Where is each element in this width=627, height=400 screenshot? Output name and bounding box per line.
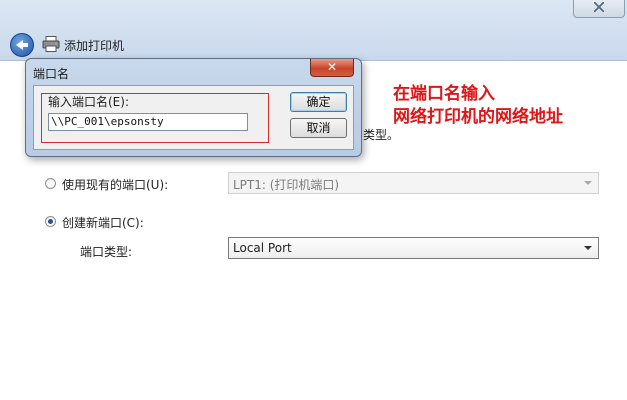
wizard-title-bar: 添加打印机 — [0, 0, 627, 61]
port-type-value: Local Port — [233, 241, 292, 255]
port-name-dialog: 端口名 ✕ 输入端口名(E): \\PC_001\epsonsty 确定 取消 — [25, 58, 362, 157]
dialog-body: 输入端口名(E): \\PC_001\epsonsty 确定 取消 — [33, 85, 354, 150]
printer-icon — [42, 36, 60, 52]
use-existing-port-radio[interactable] — [45, 178, 56, 189]
chevron-down-icon — [584, 246, 592, 250]
dialog-title: 端口名 — [33, 67, 70, 81]
annotation-line-2: 网络打印机的网络地址 — [393, 107, 563, 127]
port-type-select[interactable]: Local Port — [228, 237, 599, 259]
dialog-close-button[interactable]: ✕ — [310, 59, 354, 77]
port-type-label: 端口类型: — [80, 245, 133, 259]
ok-button[interactable]: 确定 — [290, 92, 347, 112]
use-existing-port-label: 使用现有的端口(U): — [62, 178, 169, 192]
close-icon: ✕ — [326, 60, 338, 74]
window-close-button[interactable] — [573, 0, 625, 18]
annotation-line-1: 在端口名输入 — [393, 84, 495, 104]
wizard-title: 添加打印机 — [64, 39, 125, 53]
back-arrow-icon[interactable] — [10, 33, 34, 57]
create-new-port-radio[interactable] — [45, 216, 56, 227]
create-new-port-label: 创建新端口(C): — [62, 216, 144, 230]
port-name-input[interactable]: \\PC_001\epsonsty — [48, 113, 248, 131]
description-text-fragment: 类型。 — [363, 128, 400, 142]
existing-port-select[interactable]: LPT1: (打印机端口) — [228, 172, 599, 194]
existing-port-value: LPT1: (打印机端口) — [233, 178, 340, 192]
port-name-value: \\PC_001\epsonsty — [51, 115, 164, 128]
chevron-down-icon — [584, 181, 592, 185]
ok-button-label: 确定 — [306, 95, 331, 109]
port-name-label: 输入端口名(E): — [48, 95, 129, 109]
cancel-button[interactable]: 取消 — [290, 118, 347, 138]
cancel-button-label: 取消 — [306, 121, 331, 135]
